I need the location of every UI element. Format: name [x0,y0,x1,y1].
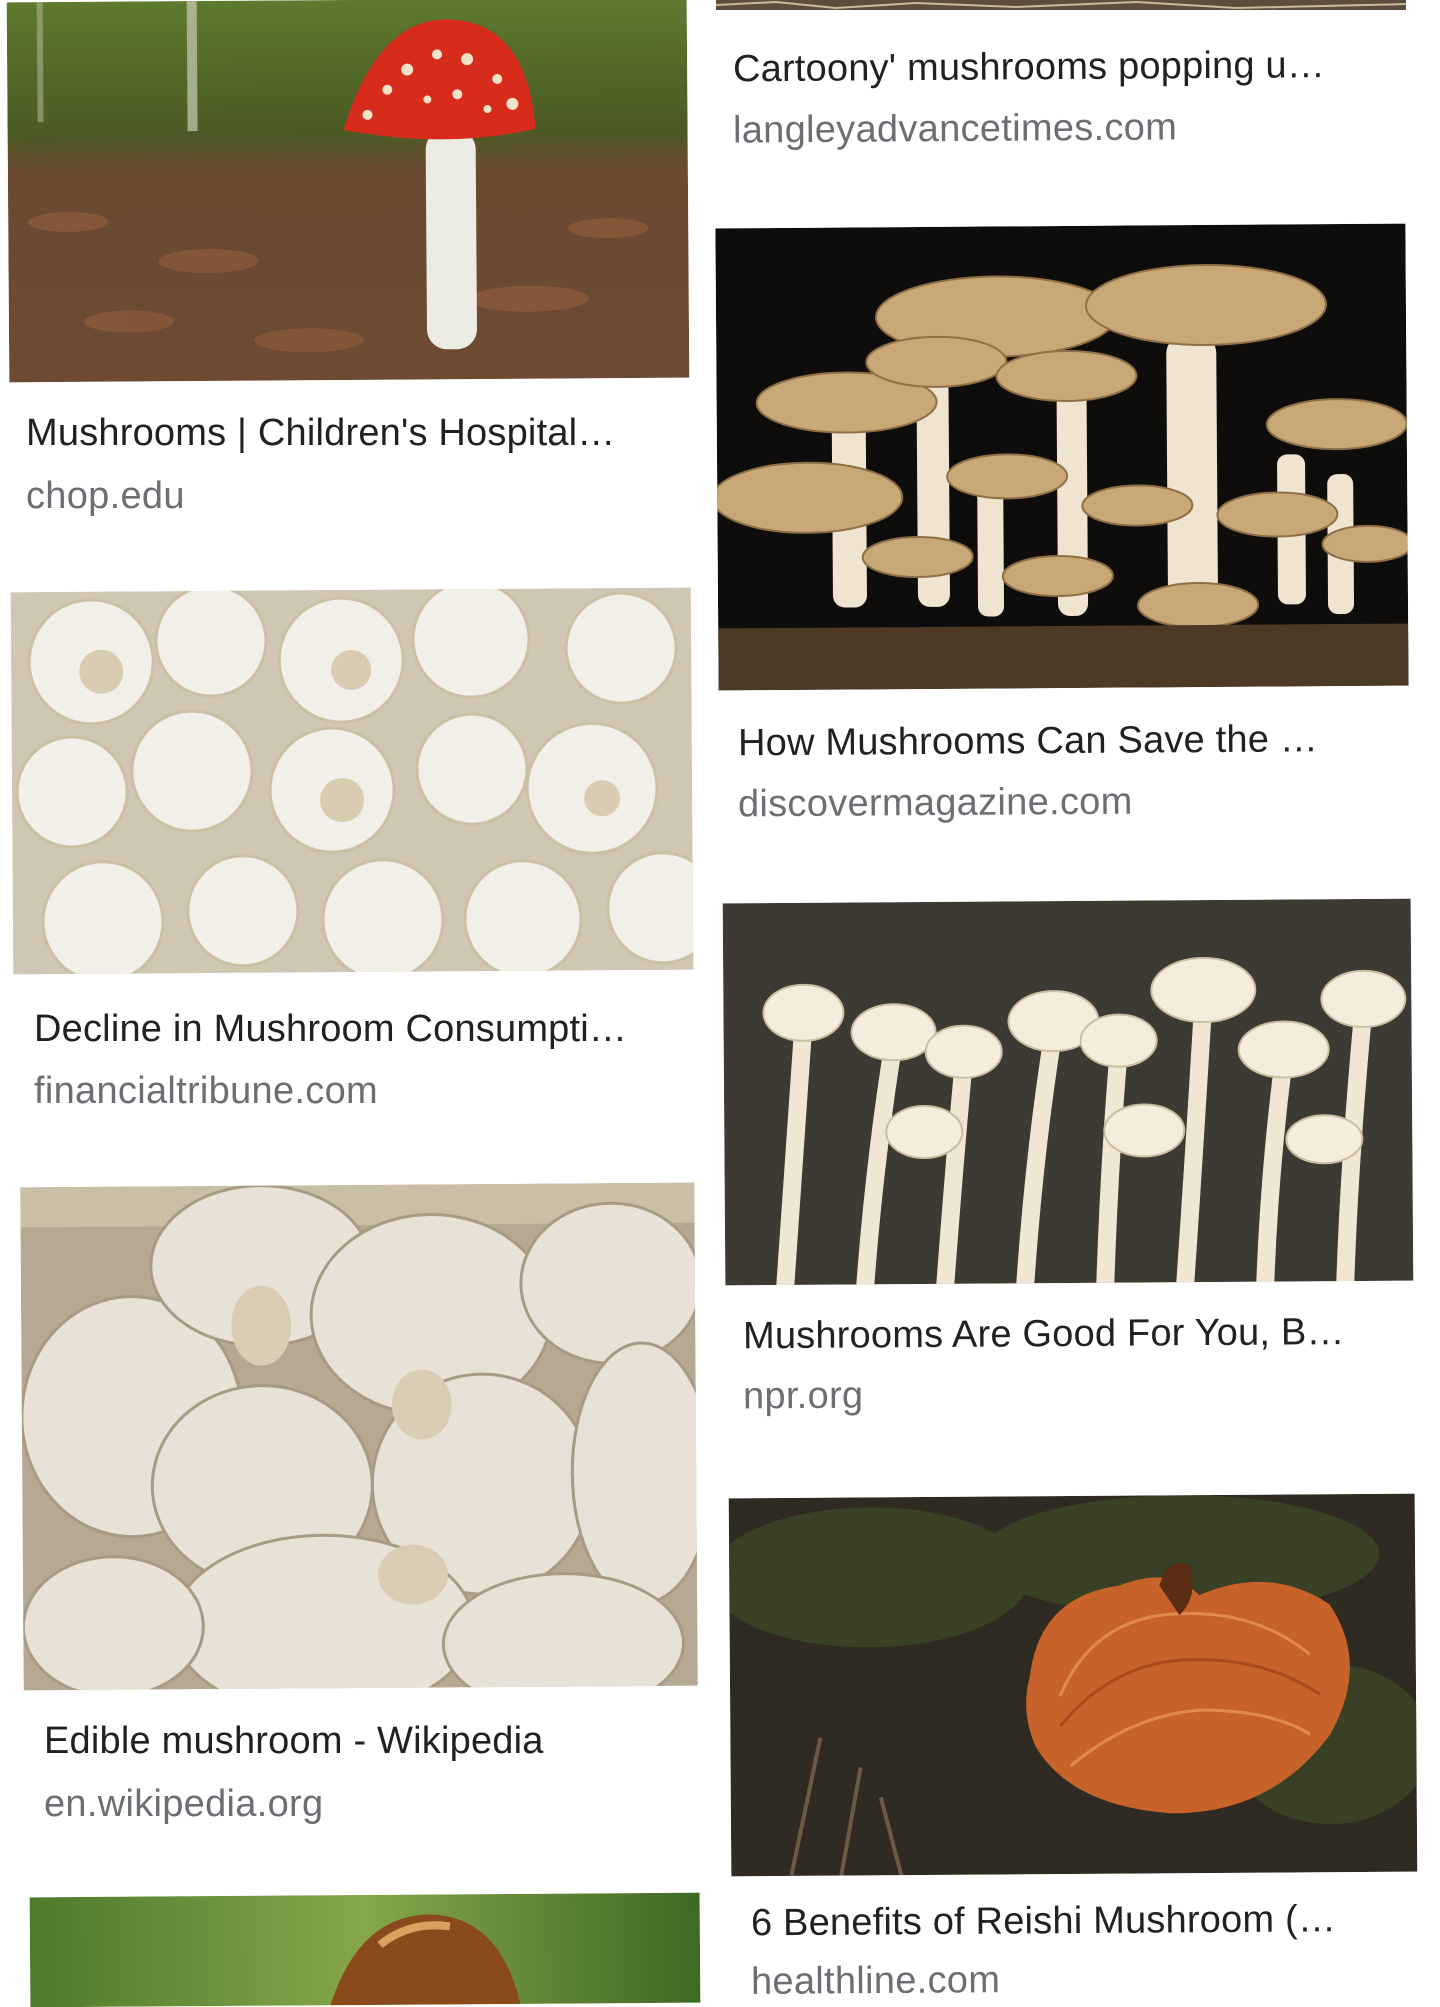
mushroom-cluster-image[interactable] [715,223,1409,691]
result-source: chop.edu [26,475,185,517]
result-source: discovermagazine.com [737,780,1133,826]
result-source: npr.org [742,1374,864,1418]
result-source: en.wikipedia.org [44,1783,324,1825]
result-title[interactable]: Decline in Mushroom Consumpti… [34,1008,674,1051]
result-card-discovermagazine[interactable]: How Mushrooms Can Save the … discovermag… [700,220,1430,840]
result-card-partial[interactable] [0,1892,710,2007]
brown-cap-mushroom-image[interactable] [29,1892,701,2007]
result-card-healthline[interactable]: 6 Benefits of Reishi Mushroom (… healthl… [700,1490,1440,2003]
result-title[interactable]: Mushrooms Are Good For You, B… [743,1311,1403,1359]
enoki-mushrooms-image[interactable] [722,898,1414,1286]
result-source: healthline.com [750,1959,1001,2003]
mushrooms-image[interactable] [716,0,1406,10]
result-title[interactable]: How Mushrooms Can Save the … [738,718,1398,766]
result-card-npr[interactable]: Mushrooms Are Good For You, B… npr.org [700,895,1430,1435]
result-title[interactable]: Edible mushroom - Wikipedia [44,1720,684,1763]
reishi-mushroom-image[interactable] [728,1493,1418,1877]
result-title[interactable]: Cartoony' mushrooms popping u… [733,44,1393,92]
white-button-mushrooms-image[interactable] [10,587,694,975]
result-title[interactable]: Mushrooms | Children's Hospital… [26,412,666,455]
result-source: financialtribune.com [34,1070,378,1112]
result-card-wikipedia[interactable]: Edible mushroom - Wikipedia en.wikipedia… [0,1182,710,1825]
result-source: langleyadvancetimes.com [732,106,1178,152]
result-title[interactable]: 6 Benefits of Reishi Mushroom (… [751,1898,1411,1946]
red-fly-agaric-mushroom-image[interactable] [6,0,690,383]
edible-mushrooms-closeup-image[interactable] [20,1182,698,1691]
result-card-chop[interactable]: Mushrooms | Children's Hospital… chop.ed… [0,0,700,540]
result-card-financialtribune[interactable]: Decline in Mushroom Consumpti… financial… [0,587,700,1140]
result-card-langleyadvancetimes[interactable]: Cartoony' mushrooms popping u… langleyad… [700,0,1430,180]
